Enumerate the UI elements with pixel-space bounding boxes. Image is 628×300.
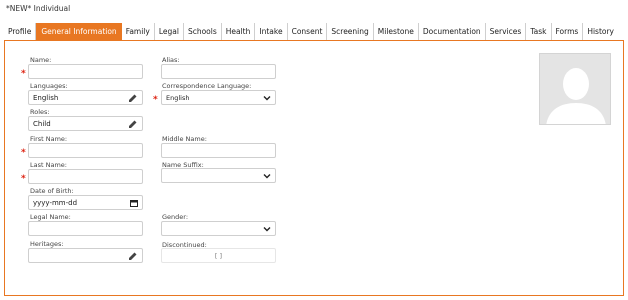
tab-forms[interactable]: Forms	[552, 23, 584, 40]
middle-name-label: Middle Name:	[162, 135, 207, 143]
chevron-down-icon	[263, 174, 271, 179]
tab-services[interactable]: Services	[486, 23, 527, 40]
date-of-birth-field[interactable]: yyyy-mm-dd	[28, 195, 143, 210]
heritages-field[interactable]	[28, 248, 143, 263]
tab-general-information[interactable]: General Information	[36, 23, 122, 40]
correspondence-language-label: Correspondence Language:	[162, 82, 252, 90]
required-marker: *	[153, 95, 158, 105]
tab-legal[interactable]: Legal	[155, 23, 184, 40]
chevron-down-icon	[263, 96, 271, 101]
first-name-label: First Name:	[30, 135, 68, 143]
tab-milestone[interactable]: Milestone	[374, 23, 419, 40]
name-suffix-select[interactable]	[161, 168, 276, 183]
last-name-field[interactable]	[28, 169, 143, 184]
avatar-placeholder-icon	[540, 54, 610, 124]
languages-value: English	[33, 93, 59, 102]
heritages-label: Heritages:	[30, 240, 64, 248]
first-name-field[interactable]	[28, 143, 143, 158]
tab-consent[interactable]: Consent	[288, 23, 328, 40]
calendar-icon[interactable]	[130, 199, 138, 207]
tab-intake[interactable]: Intake	[255, 23, 288, 40]
languages-field[interactable]: English	[28, 90, 143, 105]
name-label: Name:	[30, 56, 52, 64]
tab-history[interactable]: History	[583, 23, 618, 40]
tab-screening[interactable]: Screening	[327, 23, 374, 40]
tab-bar: Profile General Information Family Legal…	[4, 23, 618, 40]
general-information-panel: Name: * Alias: Languages: English Corres…	[4, 40, 624, 296]
last-name-label: Last Name:	[30, 161, 67, 169]
pencil-icon[interactable]	[128, 93, 138, 103]
roles-field[interactable]: Child	[28, 116, 143, 131]
date-of-birth-placeholder: yyyy-mm-dd	[33, 198, 78, 207]
tab-task[interactable]: Task	[526, 23, 552, 40]
roles-label: Roles:	[30, 108, 50, 116]
tab-schools[interactable]: Schools	[184, 23, 222, 40]
middle-name-field[interactable]	[161, 143, 276, 158]
avatar[interactable]	[539, 53, 611, 125]
required-marker: *	[21, 148, 26, 158]
roles-value: Child	[33, 119, 51, 128]
alias-label: Alias:	[162, 56, 180, 64]
languages-label: Languages:	[30, 82, 68, 90]
tab-family[interactable]: Family	[122, 23, 155, 40]
pencil-icon[interactable]	[128, 119, 138, 129]
page-title: *NEW* Individual	[6, 4, 71, 13]
required-marker: *	[21, 69, 26, 79]
date-of-birth-label: Date of Birth:	[30, 187, 74, 195]
alias-field[interactable]	[161, 64, 276, 79]
legal-name-label: Legal Name:	[30, 213, 71, 221]
correspondence-language-value: English	[166, 93, 190, 102]
discontinued-checkbox[interactable]: [ ]	[161, 248, 276, 263]
name-field[interactable]	[28, 64, 143, 79]
gender-label: Gender:	[162, 213, 189, 221]
gender-select[interactable]	[161, 221, 276, 236]
required-marker: *	[21, 174, 26, 184]
pencil-icon[interactable]	[128, 251, 138, 261]
correspondence-language-select[interactable]: English	[161, 90, 276, 105]
chevron-down-icon	[263, 227, 271, 232]
legal-name-field[interactable]	[28, 221, 143, 236]
discontinued-value: [ ]	[214, 251, 223, 260]
tab-health[interactable]: Health	[222, 23, 256, 40]
tab-profile[interactable]: Profile	[4, 23, 37, 40]
tab-documentation[interactable]: Documentation	[419, 23, 486, 40]
